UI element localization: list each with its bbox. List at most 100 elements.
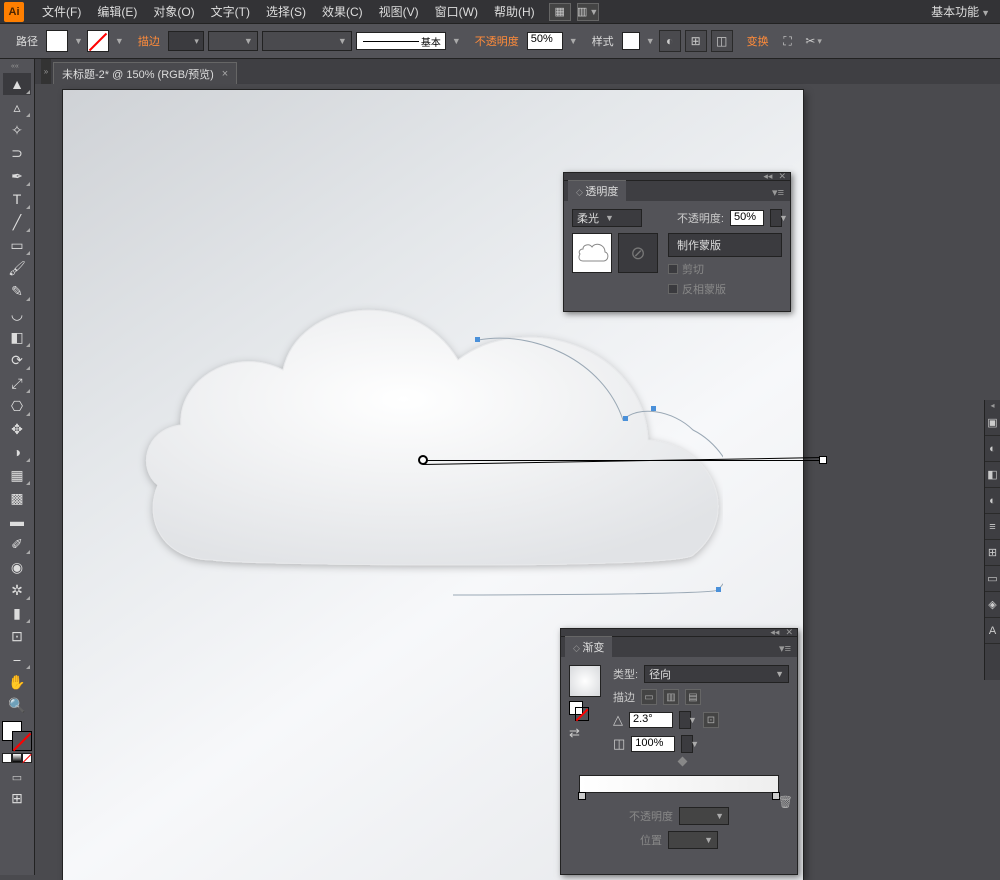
menu-object[interactable]: 对象(O) bbox=[145, 0, 202, 24]
stroke-grad-3-icon[interactable]: ▤ bbox=[685, 689, 701, 705]
menu-window[interactable]: 窗口(W) bbox=[427, 0, 486, 24]
stroke-swatch[interactable] bbox=[87, 30, 109, 52]
align-icon[interactable]: ⊞ bbox=[685, 30, 707, 52]
panel-menu-icon[interactable]: ▾≡ bbox=[766, 184, 790, 201]
tool-eraser[interactable]: ◧ bbox=[3, 326, 31, 348]
menu-edit[interactable]: 编辑(E) bbox=[89, 0, 145, 24]
panel-opacity-input[interactable]: 50% bbox=[730, 210, 764, 226]
right-dock-collapsed[interactable]: ◂ ▣ ◐ ◧ ◐ ≡ ⊞ ▭ ◈ A bbox=[984, 400, 1000, 680]
chevron-down-icon[interactable]: ▼ bbox=[74, 36, 83, 46]
brush-def-dropdown[interactable]: ▼ bbox=[262, 31, 352, 51]
screen-mode-icon[interactable]: ▭ bbox=[3, 767, 31, 787]
clip-checkbox[interactable]: 剪切 bbox=[668, 261, 782, 277]
menu-file[interactable]: 文件(F) bbox=[34, 0, 89, 24]
tool-symbol-sprayer[interactable]: ✲ bbox=[3, 579, 31, 601]
tab-gradient[interactable]: ◇ 渐变 bbox=[565, 636, 612, 657]
tool-rotate[interactable]: ⟳ bbox=[3, 349, 31, 371]
tool-column-graph[interactable]: ▮ bbox=[3, 602, 31, 624]
menu-type[interactable]: 文字(T) bbox=[203, 0, 258, 24]
toolbox-flyout-icon[interactable]: «« bbox=[11, 63, 23, 71]
graphic-style-swatch[interactable] bbox=[622, 32, 640, 50]
gradient-type-dropdown[interactable]: 径向▼ bbox=[644, 665, 789, 683]
gradient-slider[interactable] bbox=[579, 775, 779, 793]
tool-line[interactable]: ╱ bbox=[3, 211, 31, 233]
tool-pen[interactable]: ✒ bbox=[3, 165, 31, 187]
tool-artboard[interactable]: ⊡ bbox=[3, 625, 31, 647]
object-thumbnail[interactable] bbox=[572, 233, 612, 273]
tool-direct-select[interactable]: ▵ bbox=[3, 96, 31, 118]
tool-selection[interactable]: ▲ bbox=[3, 73, 31, 95]
opacity-stepper[interactable]: ▼ bbox=[770, 209, 782, 227]
blend-mode-dropdown[interactable]: 柔光▼ bbox=[572, 209, 642, 227]
angle-stepper[interactable]: ▼ bbox=[679, 711, 691, 729]
tool-rectangle[interactable]: ▭ bbox=[3, 234, 31, 256]
gradient-panel[interactable]: ◂◂✕ ◇ 渐变 ▾≡ ⇄ 类型: 径向▼ 描边 ▭ bbox=[560, 628, 798, 875]
tool-extra[interactable]: ⊞ bbox=[3, 787, 31, 809]
stroke-grad-2-icon[interactable]: ▥ bbox=[663, 689, 679, 705]
tool-eyedropper[interactable]: ✐ bbox=[3, 533, 31, 555]
tool-hand[interactable]: ✋ bbox=[3, 671, 31, 693]
invert-mask-checkbox[interactable]: 反相蒙版 bbox=[668, 281, 782, 297]
tool-blob-brush[interactable]: ◡ bbox=[3, 303, 31, 325]
doc-flyout-icon[interactable]: » bbox=[41, 59, 51, 84]
aspect-input[interactable]: 100% bbox=[631, 736, 675, 752]
gradient-origin-handle[interactable] bbox=[418, 455, 428, 465]
dock-icon-8[interactable]: ◈ bbox=[985, 592, 1000, 618]
tool-perspective[interactable]: ▦ bbox=[3, 464, 31, 486]
dock-icon-3[interactable]: ◧ bbox=[985, 462, 1000, 488]
menu-select[interactable]: 选择(S) bbox=[258, 0, 314, 24]
gradient-annotator[interactable] bbox=[423, 460, 823, 461]
gradient-stop-left[interactable] bbox=[578, 792, 586, 800]
tool-pencil[interactable]: ✎ bbox=[3, 280, 31, 302]
tool-free-transform[interactable]: ✥ bbox=[3, 418, 31, 440]
crop-icon[interactable]: ✂▾ bbox=[803, 30, 825, 52]
tool-zoom[interactable]: 🔍 bbox=[3, 694, 31, 716]
grad-stroke-box[interactable] bbox=[575, 707, 589, 721]
workspace-switcher[interactable]: 基本功能▼ bbox=[925, 3, 996, 20]
dock-icon-9[interactable]: A bbox=[985, 618, 1000, 644]
color-mode-row[interactable] bbox=[2, 753, 32, 763]
tool-type[interactable]: T bbox=[3, 188, 31, 210]
tool-shape-builder[interactable]: ◑ bbox=[3, 441, 31, 463]
menu-help[interactable]: 帮助(H) bbox=[486, 0, 543, 24]
tool-scale[interactable]: ⤢ bbox=[3, 372, 31, 394]
stroke-weight-dropdown[interactable]: ▾ bbox=[168, 31, 204, 51]
document-tab[interactable]: 未标题-2* @ 150% (RGB/预览) × bbox=[53, 62, 237, 84]
delete-stop-icon[interactable]: 🗑 bbox=[778, 795, 793, 809]
opacity-input[interactable]: 50% bbox=[527, 32, 563, 50]
collapse-icon[interactable]: ◂◂ bbox=[770, 627, 779, 638]
tool-slice[interactable]: ⎯ bbox=[3, 648, 31, 670]
close-icon[interactable]: ✕ bbox=[778, 171, 786, 182]
tool-blend[interactable]: ◉ bbox=[3, 556, 31, 578]
stop-location-input[interactable]: ▼ bbox=[668, 831, 718, 849]
reverse-gradient-icon[interactable]: ⇄ bbox=[569, 725, 601, 741]
angle-input[interactable]: 2.3° bbox=[629, 712, 673, 728]
transform-link[interactable]: 变换 bbox=[747, 33, 769, 49]
fill-stroke-control[interactable] bbox=[2, 721, 32, 751]
dock-icon-5[interactable]: ≡ bbox=[985, 514, 1000, 540]
tool-paintbrush[interactable]: 🖌 bbox=[3, 257, 31, 279]
stop-opacity-input[interactable]: ▼ bbox=[679, 807, 729, 825]
tool-lasso[interactable]: ⊃ bbox=[3, 142, 31, 164]
isolate-icon[interactable]: ⛶ bbox=[777, 30, 799, 52]
stroke-label[interactable]: 描边 bbox=[138, 33, 160, 49]
panel-menu-icon[interactable]: ▾≡ bbox=[773, 640, 797, 657]
stroke-grad-1-icon[interactable]: ▭ bbox=[641, 689, 657, 705]
chevron-down-icon[interactable]: ▼ bbox=[646, 36, 655, 46]
tool-gradient[interactable]: ▬ bbox=[3, 510, 31, 532]
tab-transparency[interactable]: ◇ 透明度 bbox=[568, 180, 626, 201]
canvas-viewport[interactable] bbox=[43, 84, 1000, 875]
dock-grip-icon[interactable]: ◂ bbox=[985, 400, 1000, 410]
gradient-preview[interactable] bbox=[569, 665, 601, 697]
dock-icon-7[interactable]: ▭ bbox=[985, 566, 1000, 592]
transparency-panel[interactable]: ◂◂✕ ◇ 透明度 ▾≡ 柔光▼ 不透明度: 50% ▼ ⊘ 制作蒙版 剪切 反… bbox=[563, 172, 791, 312]
chevron-down-icon[interactable]: ▼ bbox=[569, 36, 578, 46]
dock-icon-1[interactable]: ▣ bbox=[985, 410, 1000, 436]
chevron-down-icon[interactable]: ▼ bbox=[452, 36, 461, 46]
menu-effect[interactable]: 效果(C) bbox=[314, 0, 371, 24]
aspect-lock-icon[interactable]: ⊡ bbox=[703, 712, 719, 728]
dock-icon-2[interactable]: ◐ bbox=[985, 436, 1000, 462]
gradient-end-handle[interactable] bbox=[819, 456, 827, 464]
shape-icon[interactable]: ◫ bbox=[711, 30, 733, 52]
tool-mesh[interactable]: ▩ bbox=[3, 487, 31, 509]
